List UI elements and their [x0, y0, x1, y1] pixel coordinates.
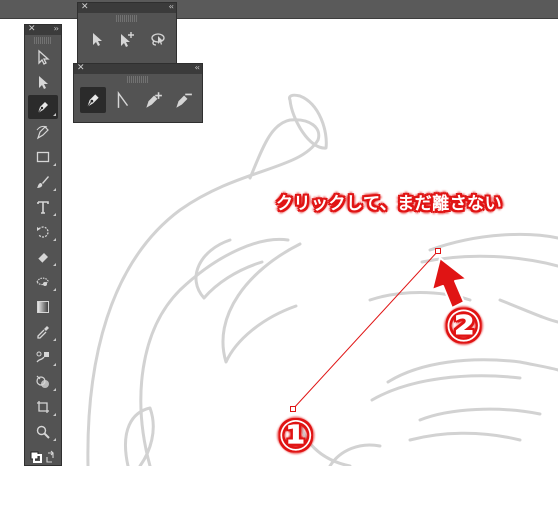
tool-artboard[interactable]: [28, 395, 58, 419]
submenu-indicator: [53, 363, 56, 366]
anchor-point-end: [435, 248, 441, 254]
panel-grip[interactable]: [116, 15, 138, 22]
selection-icon: [39, 76, 48, 89]
tool-add-anchor-selection[interactable]: [114, 26, 140, 52]
tool-blend[interactable]: [28, 345, 58, 369]
tool-rectangle[interactable]: [28, 145, 58, 169]
tool-direct-selection[interactable]: [28, 45, 58, 69]
submenu-indicator: [53, 413, 56, 416]
fill-stroke-icon: [30, 450, 54, 463]
submenu-indicator: [53, 388, 56, 391]
zoom-tool-icon: [36, 425, 50, 439]
panel-grip[interactable]: [34, 37, 52, 44]
tool-rotate[interactable]: [28, 220, 58, 244]
tools-panel-header[interactable]: ✕ ››: [25, 23, 61, 35]
tool-selection[interactable]: [28, 70, 58, 94]
selection-tools-panel: ✕ ‹‹: [77, 2, 177, 66]
tool-add-anchor-point[interactable]: [140, 87, 166, 113]
selection-icon: [93, 33, 102, 46]
shape-builder-tool-icon: [36, 375, 49, 388]
add-anchor-point-tool-icon: [146, 92, 162, 108]
tool-type[interactable]: [28, 195, 58, 219]
pen-tool-icon: [87, 94, 99, 108]
eraser-tool-icon: [37, 253, 48, 264]
pen-panel-header[interactable]: ✕ ‹‹: [74, 62, 202, 74]
tool-lasso[interactable]: [144, 26, 170, 52]
close-icon[interactable]: ✕: [28, 23, 36, 35]
step-1-label: ①: [278, 411, 314, 460]
tools-panel: ✕ ››: [24, 24, 62, 466]
collapse-icon[interactable]: ‹‹: [169, 1, 175, 13]
step-2-label: ②: [445, 301, 483, 352]
pen-path-segment: [292, 250, 439, 410]
tool-eraser[interactable]: [28, 245, 58, 269]
blend-tool-icon: [36, 351, 49, 363]
tool-paintbrush[interactable]: [28, 170, 58, 194]
puppet-warp-tool-icon: [36, 277, 49, 286]
submenu-indicator: [53, 338, 56, 341]
collapse-icon[interactable]: ‹‹: [195, 62, 201, 74]
submenu-indicator: [53, 163, 56, 166]
tool-curvature[interactable]: [28, 120, 58, 144]
close-icon[interactable]: ✕: [77, 62, 85, 74]
eyedropper-tool-icon: [37, 326, 49, 339]
tool-pen[interactable]: [80, 87, 106, 113]
tool-fill-stroke[interactable]: [28, 445, 58, 469]
tool-anchor-point[interactable]: [110, 87, 136, 113]
tool-eyedropper[interactable]: [28, 320, 58, 344]
direct-selection-icon: [38, 49, 50, 65]
illustrator-workspace: ✕ ›› ✕ ‹‹ ✕ ‹‹ クリックして、まだ離さない ① ②: [0, 0, 558, 514]
submenu-indicator: [53, 263, 56, 266]
rectangle-tool-icon: [36, 151, 50, 163]
instruction-annotation: クリックして、まだ離さない: [276, 194, 503, 214]
tool-selection[interactable]: [84, 26, 110, 52]
tool-delete-anchor-point[interactable]: [170, 87, 196, 113]
step-2-marker: ②: [445, 305, 482, 349]
submenu-indicator: [53, 438, 56, 441]
close-icon[interactable]: ✕: [81, 1, 89, 13]
tool-shape-builder[interactable]: [28, 370, 58, 394]
type-tool-icon: [37, 201, 49, 214]
submenu-indicator: [53, 238, 56, 241]
panel-grip[interactable]: [127, 76, 149, 83]
submenu-indicator: [53, 188, 56, 191]
artboard-tool-icon: [37, 401, 49, 413]
collapse-icon[interactable]: ››: [54, 23, 60, 35]
tool-puppet-warp[interactable]: [28, 270, 58, 294]
delete-anchor-point-tool-icon: [176, 93, 192, 108]
gradient-tool-icon: [37, 301, 49, 313]
step-1-marker: ①: [278, 415, 314, 457]
submenu-indicator: [53, 288, 56, 291]
pen-tool-icon: [37, 102, 48, 114]
pen-tools-panel: ✕ ‹‹: [73, 63, 203, 123]
lasso-tool-icon: [151, 33, 165, 46]
tool-gradient[interactable]: [28, 295, 58, 319]
tool-zoom[interactable]: [28, 420, 58, 444]
rotate-tool-icon: [37, 226, 49, 238]
anchor-point-tool-icon: [117, 91, 129, 108]
add-anchor-selection-icon: [121, 32, 134, 47]
submenu-indicator: [53, 213, 56, 216]
submenu-indicator: [53, 113, 56, 116]
selection-panel-header[interactable]: ✕ ‹‹: [78, 1, 176, 13]
paintbrush-tool-icon: [37, 176, 49, 188]
tool-pen[interactable]: [28, 95, 58, 119]
curvature-tool-icon: [36, 125, 49, 140]
